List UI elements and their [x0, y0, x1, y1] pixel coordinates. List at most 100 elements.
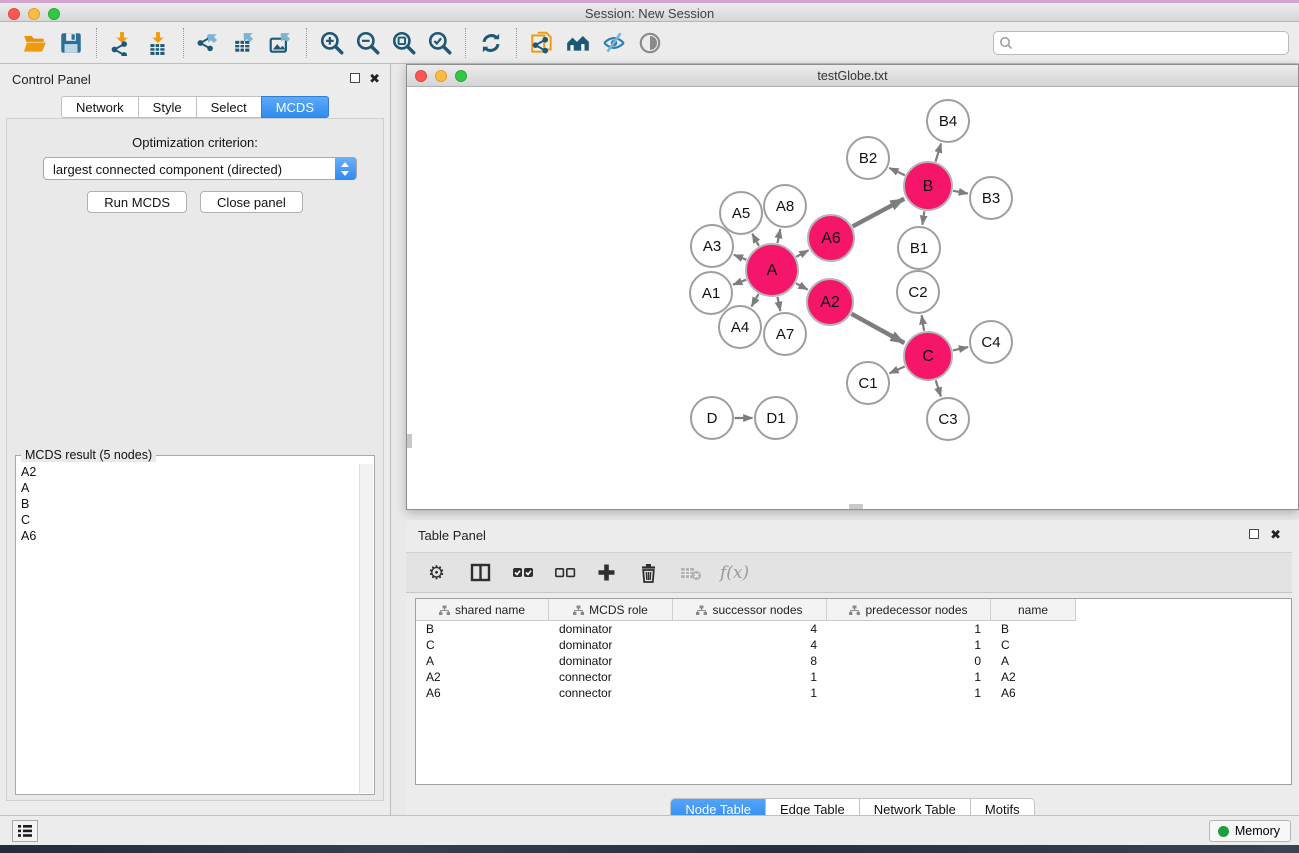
select-all-columns-button[interactable]	[510, 560, 536, 586]
edge-C-C2[interactable]	[922, 315, 924, 331]
table-row[interactable]: Adominator80A	[416, 653, 1076, 669]
column-header-successor-nodes[interactable]: successor nodes	[673, 599, 827, 621]
home-button[interactable]	[563, 28, 593, 58]
edge-A-A8[interactable]	[777, 229, 780, 243]
run-mcds-button[interactable]: Run MCDS	[87, 191, 187, 213]
edge-B-B3[interactable]	[953, 191, 968, 194]
unselect-all-columns-icon	[554, 562, 576, 584]
node-label-A1: A1	[702, 285, 720, 302]
mcds-result-item[interactable]: A2	[17, 464, 359, 480]
edge-C-C3[interactable]	[936, 380, 941, 396]
canvas-vertical-scroll-mark[interactable]	[407, 434, 412, 448]
clone-network-button[interactable]	[527, 28, 557, 58]
table-options-button[interactable]: ⚙	[426, 560, 452, 586]
mcds-result-item[interactable]: A6	[17, 528, 359, 544]
mcds-result-item[interactable]: B	[17, 496, 359, 512]
desktop-wallpaper-bottom-strip	[0, 845, 1299, 853]
zoom-in-button[interactable]	[317, 28, 347, 58]
zoom-out-button[interactable]	[353, 28, 383, 58]
unselect-all-columns-button[interactable]	[552, 560, 578, 586]
edge-B-B2[interactable]	[889, 168, 905, 175]
node-label-B1: B1	[910, 240, 928, 257]
mcds-result-item[interactable]: A	[17, 480, 359, 496]
table-row[interactable]: A2connector11A2	[416, 669, 1076, 685]
zoom-fit-icon	[391, 30, 417, 56]
column-header-name[interactable]: name	[991, 599, 1076, 621]
float-panel-icon[interactable]	[350, 73, 360, 83]
tab-mcds[interactable]: MCDS	[261, 96, 329, 118]
show-task-history-button[interactable]	[12, 820, 38, 842]
show-graphics-details-button[interactable]	[635, 28, 665, 58]
edge-A-A5[interactable]	[752, 234, 759, 246]
mcds-result-item[interactable]: C	[17, 512, 359, 528]
edge-C-C1[interactable]	[889, 366, 904, 373]
table-row[interactable]: A6connector11A6	[416, 685, 1076, 701]
tab-select[interactable]: Select	[196, 96, 261, 118]
node-label-C2: C2	[908, 284, 927, 301]
edge-B-B4[interactable]	[935, 143, 941, 161]
edge-A-A3[interactable]	[734, 255, 747, 260]
export-network-button[interactable]	[194, 28, 224, 58]
edge-A-A1[interactable]	[733, 280, 746, 285]
add-column-button[interactable]	[594, 560, 620, 586]
float-table-panel-icon[interactable]	[1249, 529, 1259, 539]
table-row[interactable]: Bdominator41B	[416, 621, 1076, 637]
close-panel-button[interactable]: Close panel	[200, 191, 303, 213]
refresh-view-button[interactable]	[476, 28, 506, 58]
column-header-predecessor-nodes[interactable]: predecessor nodes	[827, 599, 991, 621]
edge-A-A4[interactable]	[752, 294, 759, 307]
application-window: Session: New Session Control Panel ✖ Net…	[0, 0, 1299, 853]
export-network-icon	[196, 30, 222, 56]
zoom-fit-button[interactable]	[389, 28, 419, 58]
search-input[interactable]	[993, 31, 1289, 55]
app-title: Session: New Session	[0, 6, 1299, 21]
delete-table-button[interactable]	[678, 560, 704, 586]
sort-hierarchy-icon	[696, 605, 707, 616]
table-row[interactable]: Cdominator41C	[416, 637, 1076, 653]
tab-style[interactable]: Style	[138, 96, 196, 118]
show-graphics-details-icon	[637, 30, 663, 56]
network-window-title: testGlobe.txt	[407, 69, 1298, 83]
close-table-panel-icon[interactable]: ✖	[1270, 527, 1281, 543]
add-column-icon	[596, 562, 618, 584]
sort-hierarchy-icon	[573, 605, 584, 616]
table-cell: 1	[827, 621, 991, 637]
zoom-selected-button[interactable]	[425, 28, 455, 58]
edge-A6-B[interactable]	[853, 199, 905, 227]
column-view-button[interactable]	[468, 560, 494, 586]
edge-A-A6[interactable]	[796, 250, 808, 257]
canvas-horizontal-scroll-mark[interactable]	[849, 504, 863, 509]
table-options-icon: ⚙	[428, 562, 450, 584]
import-network-button[interactable]	[107, 28, 137, 58]
table-cell: 1	[827, 685, 991, 701]
network-canvas[interactable]: B4B2BB3A5A8A6B1A3AA1C2A2A4A7C4CC1C3DD1	[407, 88, 1298, 509]
edge-C-C4[interactable]	[953, 347, 968, 350]
column-header-shared-name[interactable]: shared name	[416, 599, 549, 621]
optimization-criterion-select[interactable]: largest connected component (directed)	[43, 157, 357, 180]
table-cell: 4	[673, 637, 827, 653]
mcds-tab-content: Optimization criterion: largest connecte…	[6, 118, 384, 801]
tab-network[interactable]: Network	[61, 96, 138, 118]
save-session-button[interactable]	[56, 28, 86, 58]
edge-A-A2[interactable]	[796, 283, 808, 289]
hide-graphics-details-button[interactable]	[599, 28, 629, 58]
edge-A2-C[interactable]	[851, 314, 904, 343]
mcds-result-box: MCDS result (5 nodes) A2ABCA6	[15, 455, 375, 795]
edge-A-A7[interactable]	[777, 297, 780, 311]
import-table-button[interactable]	[143, 28, 173, 58]
result-list-scrollbar[interactable]	[359, 464, 373, 793]
open-session-button[interactable]	[20, 28, 50, 58]
column-header-MCDS-role[interactable]: MCDS role	[549, 599, 673, 621]
export-table-button[interactable]	[230, 28, 260, 58]
table-cell: A6	[991, 685, 1076, 701]
export-image-button[interactable]	[266, 28, 296, 58]
delete-column-button[interactable]	[636, 560, 662, 586]
edge-B-B1[interactable]	[922, 211, 924, 225]
equation-builder-label: f(x)	[720, 563, 749, 583]
import-network-icon	[109, 30, 135, 56]
zoom-in-icon	[319, 30, 345, 56]
memory-status-button[interactable]: Memory	[1209, 820, 1291, 842]
table-cell: 1	[673, 685, 827, 701]
table-panel-title: Table Panel	[418, 528, 486, 543]
close-panel-icon[interactable]: ✖	[369, 71, 380, 87]
